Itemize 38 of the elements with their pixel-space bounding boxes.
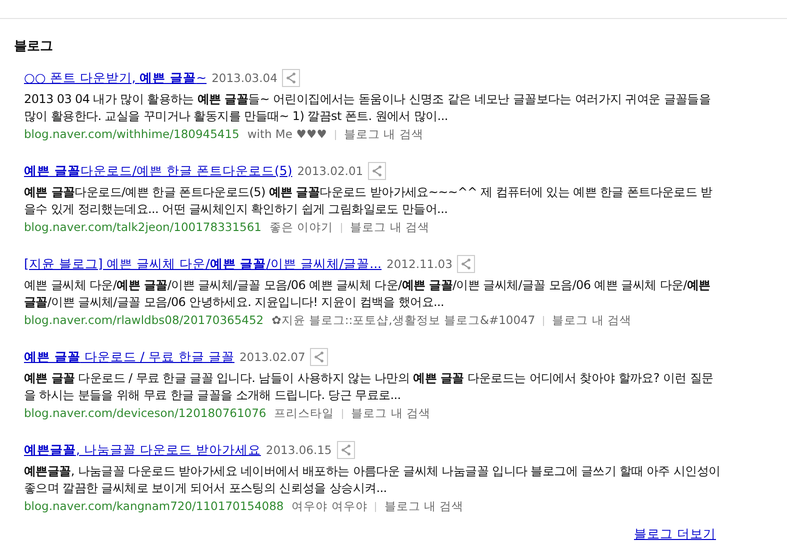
share-icon xyxy=(340,444,351,456)
share-icon xyxy=(314,351,324,363)
post-date: 2013.03.04 xyxy=(212,71,278,85)
blog-author: 여우야 여우야 xyxy=(292,498,368,515)
blog-url-link[interactable]: blog.naver.com/deviceson/120180761076 xyxy=(24,405,266,422)
post-date: 2012.11.03 xyxy=(386,257,452,271)
result-snippet: 예쁜글꼴, 나눔글꼴 다운로드 받아가세요 네이버에서 배포하는 아름다운 글씨체 나눔글꼴 입니다 블로그에 글쓰기 할때 아주 시인성이 좋으며 깔끔한 글씨체로 보이게 되어서 포스팅의 신뢰성을 상승시켜... xyxy=(24,463,722,497)
result-snippet: 2013 03 04 내가 많이 활용하는 예쁜 글꼴들~ 어린이집에서는 돋움이나 신명조 같은 네모난 글꼴보다는 여러가지 귀여운 글꼴들을 많이 활용한다. 교실을 꾸미거나 활동지를 만들때~ 1) 깔끔st 폰트. 원에서 많이... xyxy=(24,91,712,125)
result-snippet: 예쁜 글꼴다운로드/예쁜 한글 폰트다운로드(5) 예쁜 글꼴다운로드 받아가세요~~~^^ 제 컴퓨터에 있는 예쁜 한글 폰트다운로드 받을수 있게 정리했는데요... 어떤 글씨체인지 확인하기 쉽게 그림화일로도 만들어... xyxy=(24,184,714,218)
blog-url-link[interactable]: blog.naver.com/rlawldbs08/20170365452 xyxy=(24,312,264,329)
blog-author: ✿지윤 블로그::포토샵,생활정보 블로그&#10047 xyxy=(272,312,536,329)
blog-url-link[interactable]: blog.naver.com/talk2jeon/100178331561 xyxy=(24,219,262,236)
blog-search-link[interactable]: 블로그 내 검색 xyxy=(351,405,431,422)
result-snippet: 예쁜 글꼴 다운로드 / 무료 한글 글꼴 입니다. 남들이 사용하지 않는 나만의 예쁜 글꼴 다운로드는 어디에서 찾아야 할까요? 이런 질문을 하시는 분들을 위해 무료 한글 글꼴을 소개해 드립니다. 당근 무료로... xyxy=(24,370,714,404)
share-button[interactable] xyxy=(336,441,355,459)
blog-author: with Me ♥♥♥ xyxy=(247,126,327,143)
share-button[interactable] xyxy=(282,69,300,87)
share-icon xyxy=(372,165,382,177)
blog-search-link[interactable]: 블로그 내 검색 xyxy=(350,219,430,236)
blog-author: 프리스타일 xyxy=(274,405,334,422)
share-icon xyxy=(286,72,296,84)
share-button[interactable] xyxy=(310,348,328,366)
blog-search-link[interactable]: 블로그 내 검색 xyxy=(384,498,464,515)
blog-author: 좋은 이야기 xyxy=(269,219,334,236)
blog-url-link[interactable]: blog.naver.com/kangnam720/110170154088 xyxy=(24,498,284,515)
post-date: 2013.02.07 xyxy=(239,350,306,364)
result-title-link[interactable]: 예쁜 글꼴 다운로드 / 무료 한글 글꼴 xyxy=(24,348,234,366)
share-icon xyxy=(461,258,472,270)
post-date: 2013.06.15 xyxy=(266,443,332,457)
result-snippet: 예쁜 글씨체 다운/예쁜 글꼴/이쁜 글씨체/글꼴 모음/06 예쁜 글씨체 다운/예쁜 글꼴/이쁜 글씨체/글꼴 모음/06 예쁜 글씨체 다운/예쁜 글꼴/이쁜 글씨체/글꼴 모음/06 안녕하세요. 지윤입니다! 지윤이 컴백을 했어요... xyxy=(24,277,712,311)
share-button[interactable] xyxy=(457,255,476,273)
blog-search-link[interactable]: 블로그 내 검색 xyxy=(552,312,632,329)
blog-search-link[interactable]: 블로그 내 검색 xyxy=(344,126,424,143)
blog-url-link[interactable]: blog.naver.com/withhime/180945415 xyxy=(24,126,240,143)
section-heading: 블로그 xyxy=(14,38,54,55)
more-link[interactable]: 블로그 더보기 xyxy=(634,526,716,543)
post-date: 2013.02.01 xyxy=(297,164,364,178)
share-button[interactable] xyxy=(368,162,386,180)
